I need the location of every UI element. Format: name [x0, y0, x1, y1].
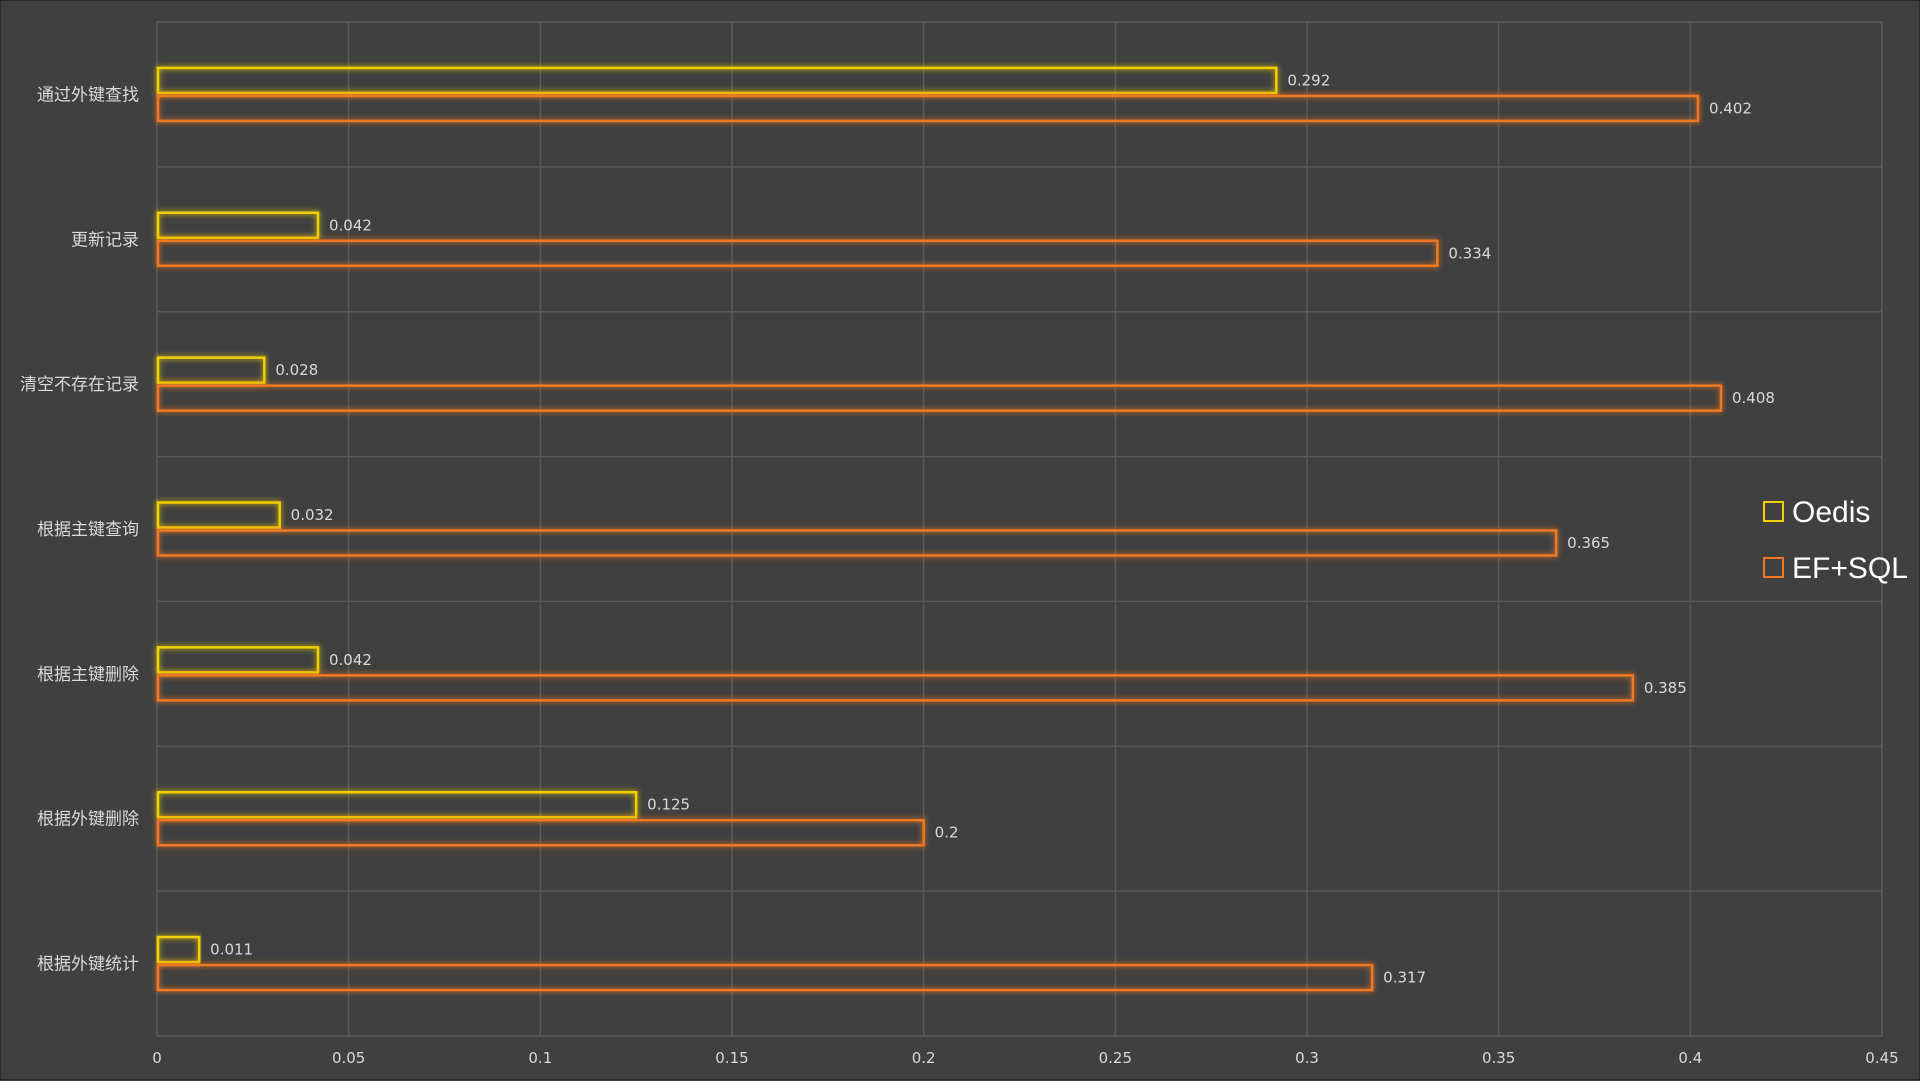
legend-swatch-ef-sql	[1763, 557, 1784, 578]
x-tick-label: 0.4	[1678, 1049, 1702, 1067]
x-tick-label: 0.15	[715, 1049, 748, 1067]
bar-ef-sql	[156, 239, 1439, 268]
data-label: 0.2	[935, 824, 959, 842]
legend: Oedis EF+SQL	[1763, 496, 1908, 585]
data-label: 0.317	[1383, 969, 1426, 987]
data-label: 0.292	[1287, 71, 1330, 89]
x-tick-label: 0.1	[528, 1049, 552, 1067]
x-axis-ticks: 0 0.05 0.1 0.15 0.2 0.25 0.3 0.35 0.4 0.45	[152, 1049, 1898, 1067]
x-tick-label: 0.45	[1865, 1049, 1898, 1067]
category-label: 通过外键查找	[37, 85, 139, 105]
data-label: 0.011	[210, 941, 253, 959]
data-label: 0.042	[329, 651, 372, 669]
bar-oedis	[156, 790, 638, 819]
data-label: 0.028	[275, 361, 318, 379]
data-label: 0.385	[1644, 679, 1687, 697]
category-labels: 通过外键查找 0.292 0.402 更新记录 0.042 0.334 清空不存在记录 0.0…	[20, 71, 1775, 986]
bar-oedis	[156, 935, 201, 964]
bar-chart: 通过外键查找 0.292 0.402 更新记录 0.042 0.334 清空不存在记录 0.0…	[20, 21, 1908, 1067]
gridlines	[156, 21, 1883, 1037]
x-tick-label: 0.05	[332, 1049, 365, 1067]
bars	[156, 66, 1723, 992]
category-label: 根据主键删除	[37, 665, 139, 685]
category-label: 根据主键查询	[37, 520, 139, 540]
data-label: 0.408	[1732, 389, 1775, 407]
data-label: 0.402	[1709, 99, 1752, 117]
legend-label: Oedis	[1792, 496, 1870, 529]
bar-ef-sql	[156, 94, 1700, 123]
bar-ef-sql	[156, 529, 1558, 557]
bar-ef-sql	[156, 674, 1635, 702]
data-label: 0.334	[1448, 244, 1491, 262]
category-label: 清空不存在记录	[20, 375, 139, 395]
x-tick-label: 0.35	[1482, 1049, 1515, 1067]
bar-oedis	[156, 211, 320, 240]
bar-oedis	[156, 646, 320, 674]
data-label: 0.365	[1567, 534, 1610, 552]
category-label: 根据外键统计	[37, 955, 139, 975]
x-tick-label: 0.25	[1099, 1049, 1132, 1067]
bar-ef-sql	[156, 963, 1374, 992]
legend-swatch-oedis	[1763, 501, 1784, 522]
bar-oedis	[156, 356, 266, 384]
x-tick-label: 0	[152, 1049, 162, 1067]
legend-label: EF+SQL	[1792, 552, 1908, 585]
x-tick-label: 0.3	[1295, 1049, 1319, 1067]
chart-frame: 通过外键查找 0.292 0.402 更新记录 0.042 0.334 清空不存在记录 0.0…	[0, 0, 1920, 1080]
bar-ef-sql	[156, 384, 1723, 412]
bar-oedis	[156, 501, 281, 529]
data-label: 0.032	[291, 506, 334, 524]
category-label: 更新记录	[71, 230, 139, 250]
data-label: 0.042	[329, 216, 372, 234]
data-label: 0.125	[647, 796, 690, 814]
x-tick-label: 0.2	[912, 1049, 936, 1067]
category-label: 根据外键删除	[37, 810, 139, 830]
bar-oedis	[156, 66, 1278, 95]
